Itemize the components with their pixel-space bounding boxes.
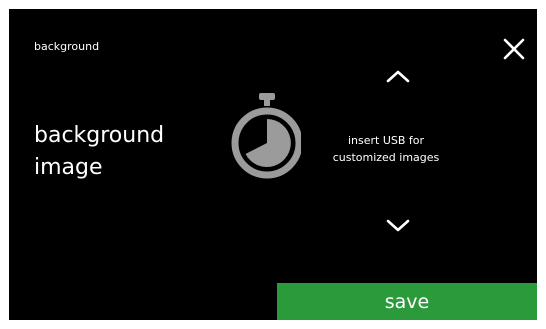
usb-message-line-1: insert USB for [347,134,425,147]
page-title: background [34,40,100,53]
scroll-down-button[interactable] [385,218,411,234]
usb-message: insert USB for customized images [322,132,450,166]
chevron-up-icon [386,70,410,83]
usb-message-line-2: customized images [332,151,440,165]
setting-label-line-2: image [34,155,103,180]
stopwatch-icon [231,93,303,179]
close-icon [503,38,525,60]
setting-label-line-1: background [34,123,165,148]
settings-screen: background background image insert USB f… [9,9,537,320]
close-button[interactable] [499,34,529,64]
save-button[interactable]: save [277,283,537,320]
scroll-up-button[interactable] [385,68,411,84]
chevron-down-icon [386,219,410,232]
